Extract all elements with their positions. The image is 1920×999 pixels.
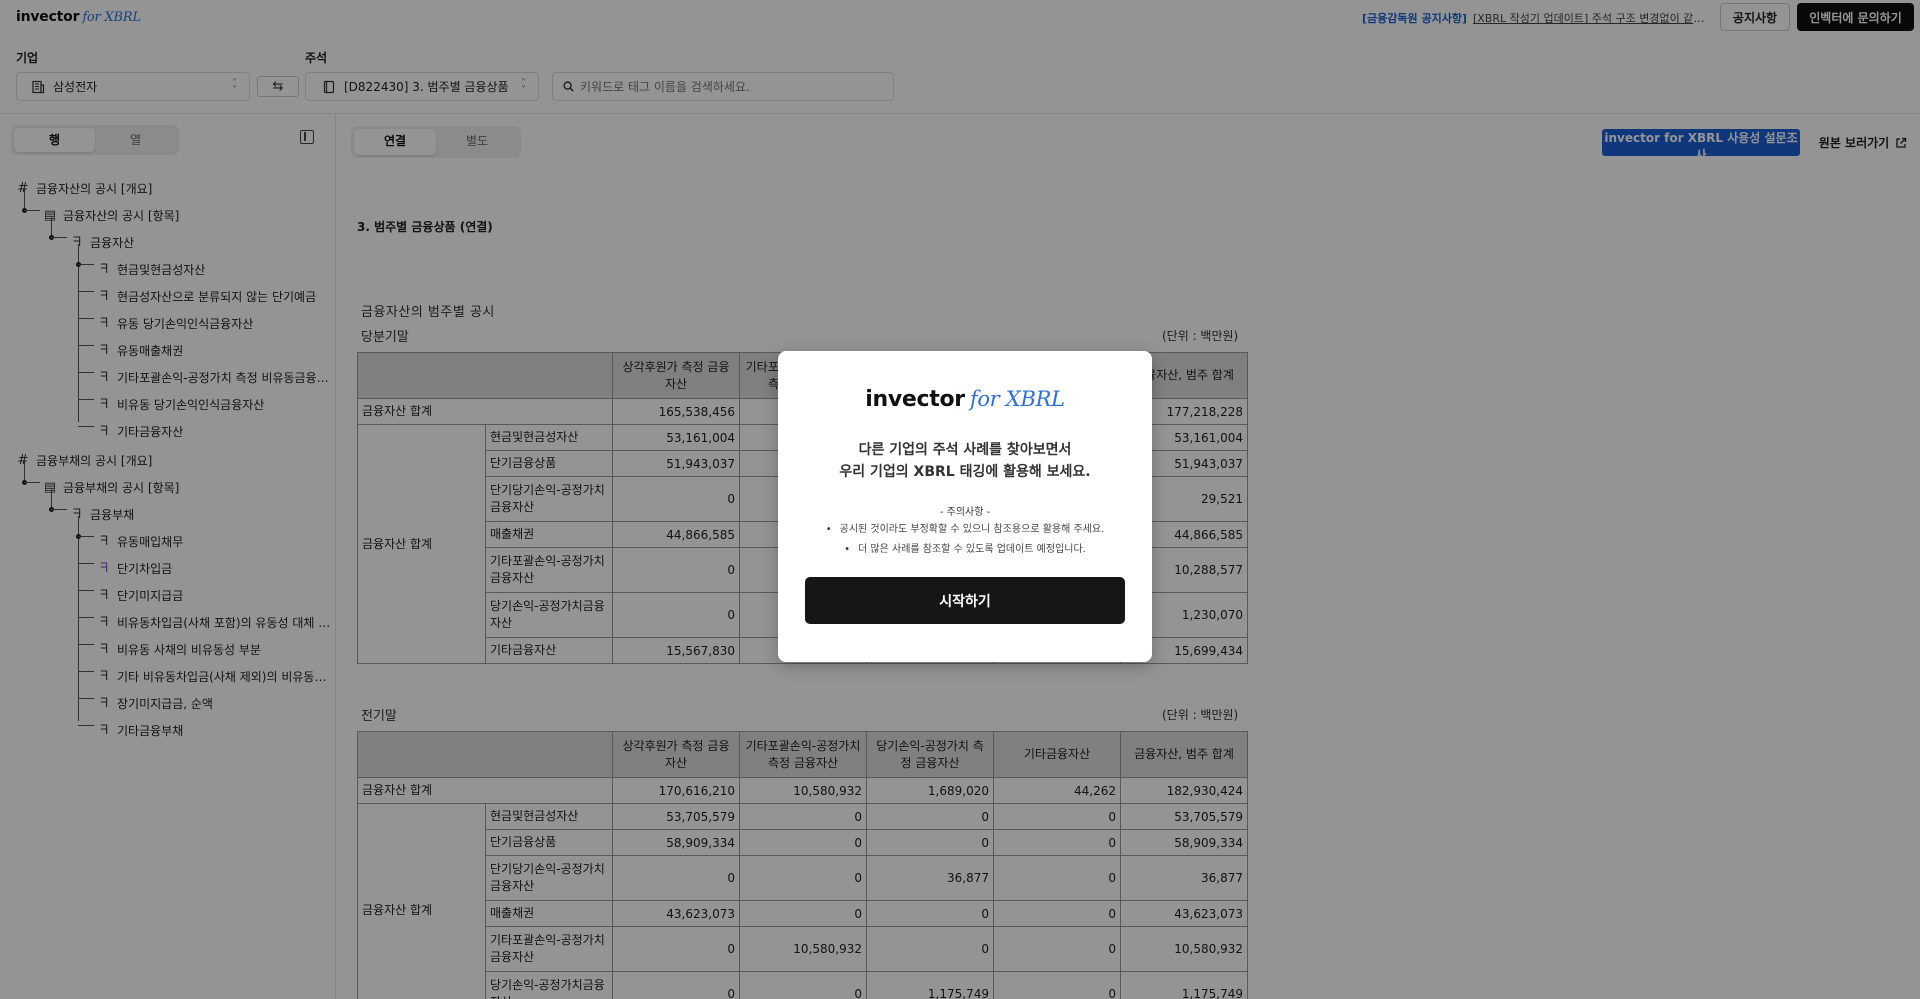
modal-logo: invector for XBRL	[865, 387, 1065, 412]
caution-item: 더 많은 사례를 참조할 수 있도록 업데이트 예정입니다.	[778, 540, 1152, 560]
modal-message: 다른 기업의 주석 사례를 찾아보면서 우리 기업의 XBRL 태깅에 활용해 …	[839, 442, 1091, 480]
caution-title: - 주의사항 -	[939, 507, 991, 518]
start-button[interactable]: 시작하기	[805, 577, 1125, 624]
welcome-modal: invector for XBRL 다른 기업의 주석 사례를 찾아보면서 우리 …	[778, 351, 1152, 662]
caution-list: 공시된 것이라도 부정확할 수 있으니 참조용으로 활용해 주세요. 더 많은 …	[778, 520, 1152, 560]
caution-item: 공시된 것이라도 부정확할 수 있으니 참조용으로 활용해 주세요.	[778, 520, 1152, 540]
